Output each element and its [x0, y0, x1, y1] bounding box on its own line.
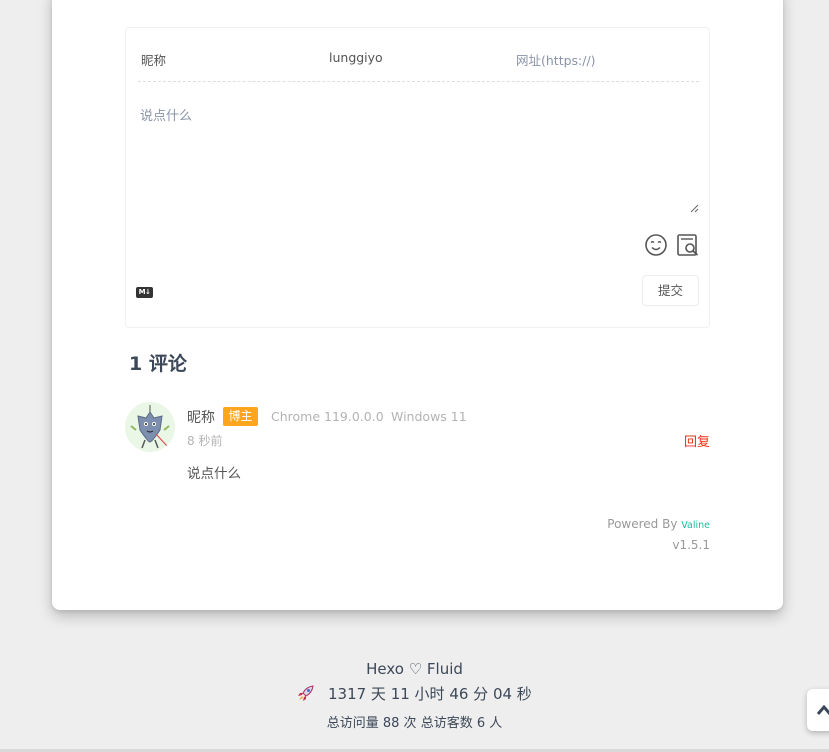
os-info: Windows 11	[391, 409, 467, 424]
comment-textarea[interactable]: 说点什么	[140, 105, 192, 124]
version-label: v1.5.1	[672, 538, 710, 552]
admin-badge: 博主	[223, 407, 258, 426]
comment-content: 说点什么	[187, 466, 241, 482]
arrow-up-icon	[816, 704, 829, 715]
browser-info: Chrome 119.0.0.0	[271, 409, 384, 424]
reply-button[interactable]: 回复	[684, 431, 710, 450]
powered-by-label: Powered By	[607, 517, 678, 531]
submit-button[interactable]: 提交	[642, 275, 699, 306]
avatar-image-icon	[125, 402, 175, 452]
comment-time: 8 秒前	[187, 434, 223, 448]
resize-handle-icon[interactable]	[690, 204, 699, 213]
avatar	[125, 402, 175, 452]
uptime-text: 1317 天 11 小时 46 分 04 秒	[327, 685, 532, 703]
powered-by: Powered By Valine	[607, 517, 710, 531]
footer-uptime: 1317 天 11 小时 46 分 04 秒	[0, 683, 829, 704]
nick-input[interactable]: 昵称	[141, 50, 166, 69]
footer-stats: 总访问量 88 次 总访客数 6 人	[326, 716, 503, 731]
valine-link[interactable]: Valine	[681, 520, 710, 531]
comment-author[interactable]: 昵称	[187, 407, 215, 427]
back-to-top-button[interactable]	[807, 689, 829, 731]
comment-count: 1 评论	[129, 353, 187, 375]
footer-credits[interactable]: Hexo ♡ Fluid	[0, 660, 829, 678]
preview-icon[interactable]	[676, 233, 700, 257]
comment-form: 昵称 lunggiyo 网址(https://) 说点什么 M↓ 提交	[125, 27, 710, 328]
emoji-icon[interactable]	[644, 233, 668, 257]
rocket-icon	[298, 685, 314, 701]
form-header: 昵称 lunggiyo 网址(https://)	[138, 28, 699, 82]
markdown-icon[interactable]: M↓	[136, 287, 153, 298]
mail-input[interactable]: lunggiyo	[329, 50, 383, 65]
link-input[interactable]: 网址(https://)	[516, 50, 596, 69]
